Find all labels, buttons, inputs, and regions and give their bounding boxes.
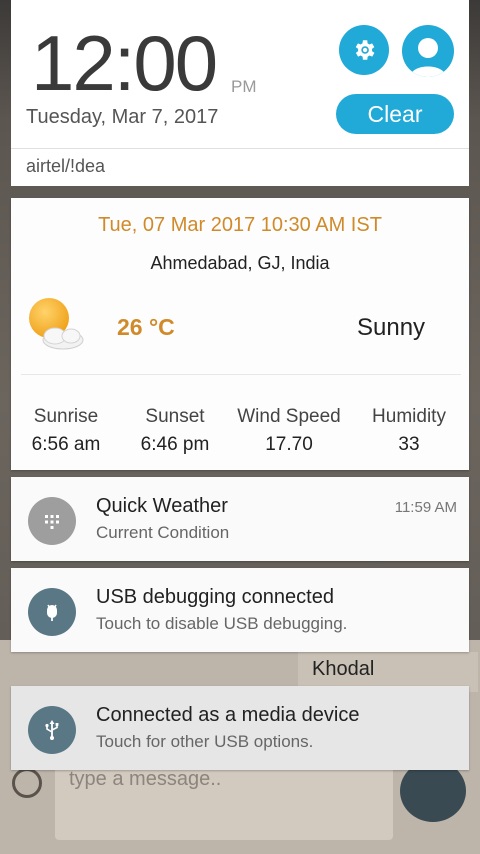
clock-time: 12:00 [31,19,218,107]
header-divider [11,148,469,149]
stat-value: 33 [398,434,420,455]
weather-stats: Sunrise 6:56 am Sunset 6:46 pm Wind Spee… [11,406,469,456]
weather-location: Ahmedabad, GJ, India [150,253,330,273]
notification-title: USB debugging connected [96,586,334,608]
stat-label: Humidity [372,406,446,427]
notification-title: Quick Weather [96,495,228,517]
notification-usb-debugging[interactable]: USB debugging connected Touch to disable… [11,568,469,652]
settings-button[interactable] [339,25,389,75]
sunny-cloud-icon [29,298,84,350]
weather-card[interactable]: Tue, 07 Mar 2017 10:30 AM IST Ahmedabad,… [11,198,469,470]
current-date: Tuesday, Mar 7, 2017 [26,106,219,128]
user-icon [410,38,446,77]
gear-icon [355,40,375,60]
weather-condition: Sunny [357,314,426,341]
dots-grid-icon [28,497,76,545]
carrier-name: airtel/!dea [26,156,106,176]
stat-value: 17.70 [265,434,313,455]
notification-quick-weather[interactable]: Quick Weather Current Condition 11:59 AM [11,477,469,561]
notification-subtitle: Touch to disable USB debugging. [96,614,348,633]
stat-humidity: Humidity 33 [349,406,469,456]
weather-divider [21,374,461,375]
notification-subtitle: Touch for other USB options. [96,732,314,751]
weather-datetime: Tue, 07 Mar 2017 10:30 AM IST [98,214,382,236]
stat-sunrise: Sunrise 6:56 am [11,406,121,456]
background-emoji-icon [12,768,42,798]
stat-label: Sunset [145,406,205,427]
clear-button[interactable]: Clear [336,94,454,134]
usb-icon [28,706,76,754]
clock-ampm: PM [231,77,257,96]
stat-wind-speed: Wind Speed 17.70 [229,406,349,456]
stat-value: 6:46 pm [140,434,210,455]
stat-label: Wind Speed [237,406,341,427]
notification-subtitle: Current Condition [96,523,230,542]
background-message-input: type a message.. [55,760,393,840]
stat-sunset: Sunset 6:46 pm [121,406,229,456]
notification-title: Connected as a media device [96,704,360,726]
user-avatar-button[interactable] [402,25,454,77]
stat-value: 6:56 am [31,434,101,455]
weather-temperature: 26 °C [117,314,175,340]
notification-media-device[interactable]: Connected as a media device Touch for ot… [11,686,469,770]
notification-header: 12:00 PM Tuesday, Mar 7, 2017 Clear airt… [11,0,469,186]
stat-label: Sunrise [33,406,99,427]
android-debug-icon [28,588,76,636]
notification-time: 11:59 AM [394,499,457,516]
